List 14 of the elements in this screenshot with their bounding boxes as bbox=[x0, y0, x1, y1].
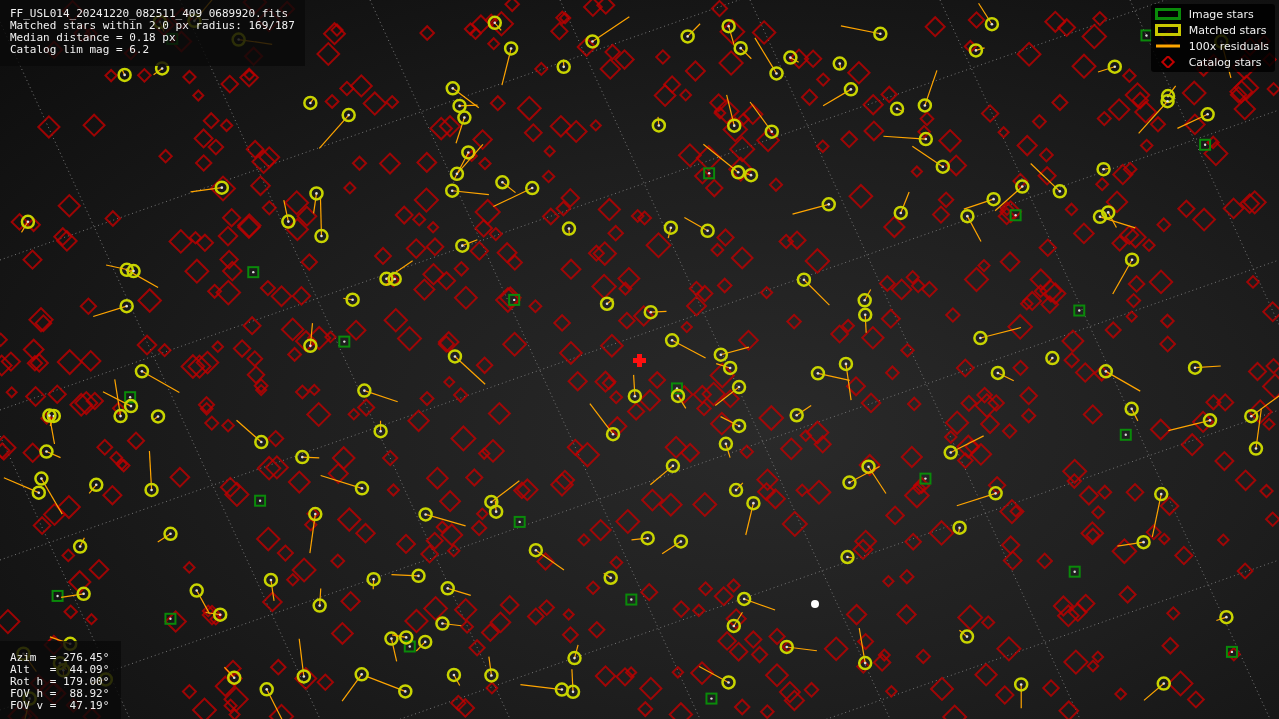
legend-label: 100x residuals bbox=[1188, 39, 1269, 53]
pointing-line: Rot h = 179.00° bbox=[10, 676, 110, 688]
pointing-line: FOV v = 47.19° bbox=[10, 700, 110, 712]
center-cross-icon bbox=[633, 354, 646, 367]
info-line: Catalog lim mag = 6.2 bbox=[10, 44, 151, 56]
info-line: Median distance = 0.18 px bbox=[10, 32, 177, 44]
legend-label: Image stars bbox=[1188, 7, 1254, 21]
legend-label: Matched stars bbox=[1188, 23, 1267, 37]
pointing-line: Alt = 44.09° bbox=[10, 664, 110, 676]
pointing-line: FOV h = 88.92° bbox=[10, 688, 110, 700]
legend-label: Catalog stars bbox=[1188, 55, 1262, 69]
pointing-line: Azim = 276.45° bbox=[10, 652, 110, 664]
info-line: Matched stars within 2.0 px radius: 169/187 bbox=[10, 20, 295, 32]
info-line: FF_USL014_20241220_082511_409_0689920.fits bbox=[10, 8, 290, 20]
